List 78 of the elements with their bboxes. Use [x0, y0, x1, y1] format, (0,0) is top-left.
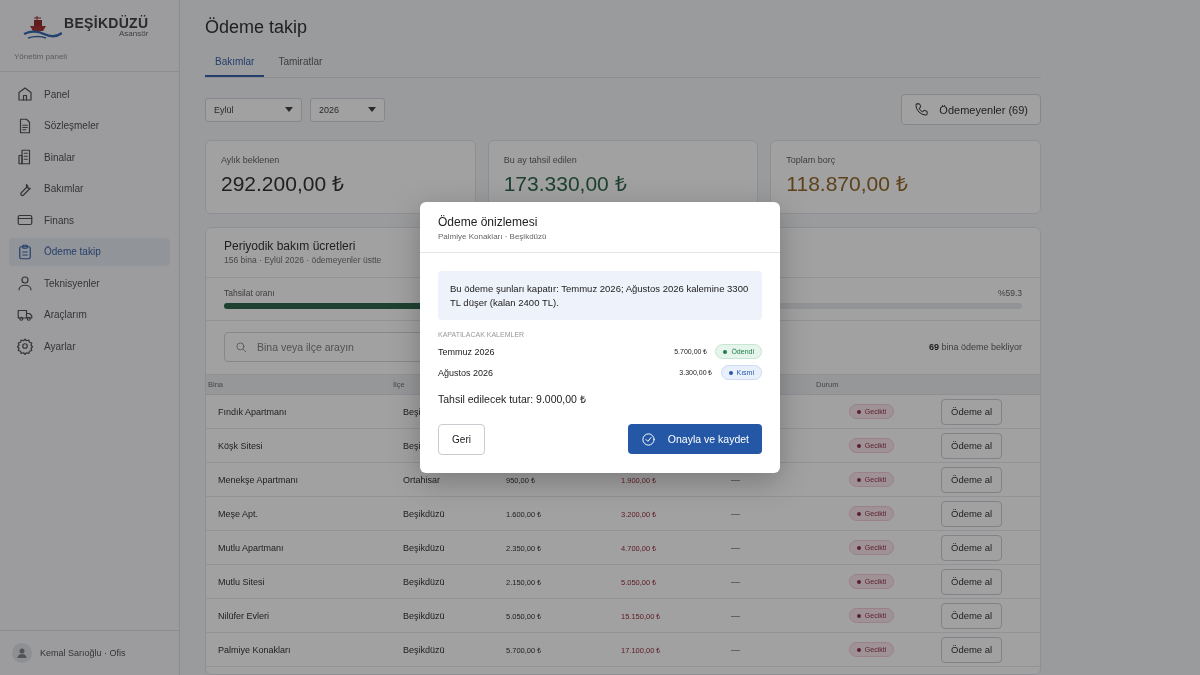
sidebar-item[interactable]: Araçlarım	[9, 300, 170, 329]
payment-button[interactable]: Ödeme al	[941, 466, 1003, 493]
tab[interactable]: Bakımlar	[205, 50, 265, 77]
payment-button[interactable]: Ödeme al	[941, 534, 1003, 561]
sidebar-item[interactable]: Ödeme takip	[9, 237, 170, 266]
person-icon	[16, 274, 34, 292]
table-cell: Palmiye Konakları	[218, 644, 291, 655]
table-cell: —	[731, 576, 740, 587]
search-icon	[234, 340, 248, 354]
unpaid-button[interactable]: Ödemeyenler (69)	[901, 94, 1041, 125]
sidebar-item[interactable]: Bakımlar	[9, 174, 170, 203]
table-cell: Köşk Sitesi	[218, 440, 263, 451]
table-cell: Beşikdüzü	[403, 542, 445, 553]
sidebar-item[interactable]: Panel	[9, 80, 170, 108]
logo-drawing	[22, 14, 62, 40]
logo-subtitle: Asansör	[119, 30, 149, 38]
item-label: Ağustos 2026	[438, 367, 495, 378]
table-cell: Beşi	[403, 440, 421, 451]
total-amount: Tahsil edilecek tutar: 9.000,00 ₺	[438, 392, 587, 407]
panel-subtitle: 156 bina · Eylül 2026 · ödemeyenler üstte	[224, 255, 382, 265]
avatar-icon	[12, 643, 32, 663]
dialog-title: Ödeme önizlemesi	[438, 214, 538, 229]
settings-icon	[16, 337, 34, 355]
sidebar-item[interactable]: Binalar	[9, 143, 170, 171]
table-cell: —	[731, 644, 740, 655]
check-circle-icon	[640, 431, 656, 447]
caret-icon	[285, 107, 293, 112]
back-button[interactable]: Geri	[438, 424, 485, 456]
payment-button[interactable]: Ödeme al	[941, 602, 1003, 629]
pending-count: 69 bina ödeme bekliyor	[928, 342, 1022, 352]
item-label: Temmuz 2026	[438, 346, 496, 357]
table-cell: —	[731, 508, 740, 519]
caret-icon	[368, 107, 376, 112]
progress-label: Tahsilat oranı	[224, 288, 275, 298]
sidebar-item[interactable]: Finans	[9, 206, 170, 234]
table-cell: Beşikdüzü	[403, 508, 445, 519]
payment-button[interactable]: Ödeme al	[941, 500, 1003, 527]
sidebar-item[interactable]: Ayarlar	[9, 332, 170, 360]
payment-button[interactable]: Ödeme al	[941, 432, 1003, 459]
home-icon	[16, 85, 34, 103]
table-cell: Mutlu Apartmanı	[218, 542, 284, 553]
payment-button[interactable]: Ödeme al	[941, 568, 1003, 595]
table-cell: Nilüfer Evleri	[218, 610, 269, 621]
table-cell: —	[731, 610, 740, 621]
table-cell: Beşikdüzü	[403, 644, 445, 655]
payment-button[interactable]: Ödeme al	[941, 398, 1003, 425]
confirm-button[interactable]: Onayla ve kaydet	[627, 424, 762, 455]
stat-value: 292.200,00 ₺	[221, 171, 344, 197]
phone-icon	[914, 102, 930, 117]
logo-text: BEŞİKDÜZÜ	[64, 16, 149, 30]
stat-label: Toplam borç	[786, 155, 836, 165]
tab[interactable]: Tamiratlar	[268, 50, 333, 77]
stat-value: 173.330,00 ₺	[503, 171, 627, 197]
stat-value: 118.870,00 ₺	[786, 171, 908, 197]
user-name: Kemal Sarıoğlu · Ofis	[40, 648, 126, 658]
panel-title: Periyodik bakım ücretleri	[224, 239, 356, 253]
stat-label: Aylık beklenen	[221, 155, 280, 165]
table-cell: Beşikdüzü	[403, 576, 445, 587]
table-cell: —	[731, 474, 740, 485]
table-cell: Beşikdüzü	[403, 610, 445, 621]
sidebar-item[interactable]: Sözleşmeler	[9, 111, 170, 140]
table-cell: Meşe Apt.	[218, 508, 259, 519]
table-cell: Menekşe Apartmanı	[218, 474, 299, 485]
info-message: Bu ödeme şunları kapatır: Temmuz 2026; Ağustos 2026 kalemine 3300 TL düşer (kalan 2400 TL).	[438, 270, 762, 321]
table-cell: —	[731, 542, 740, 553]
stat-label: Bu ay tahsil edilen	[503, 155, 577, 165]
table-cell: Fındık Apartmanı	[218, 406, 287, 417]
dialog-subtitle: Palmiye Konakları · Beşikdüzü	[438, 231, 547, 241]
clipboard-icon	[16, 242, 34, 261]
table-cell: Mutlu Sitesi	[218, 576, 265, 587]
progress-reading: %59.3	[997, 288, 1022, 298]
page-title: Ödeme takip	[205, 17, 309, 38]
table-cell: Beşi	[403, 406, 421, 417]
dropdown[interactable]: 2026	[310, 97, 385, 122]
dropdown[interactable]: Eylül	[205, 97, 302, 122]
table-cell: Ortahisar	[403, 474, 440, 485]
payment-button[interactable]: Ödeme al	[941, 636, 1003, 663]
sidebar-item[interactable]: Teknisyenler	[9, 269, 170, 297]
